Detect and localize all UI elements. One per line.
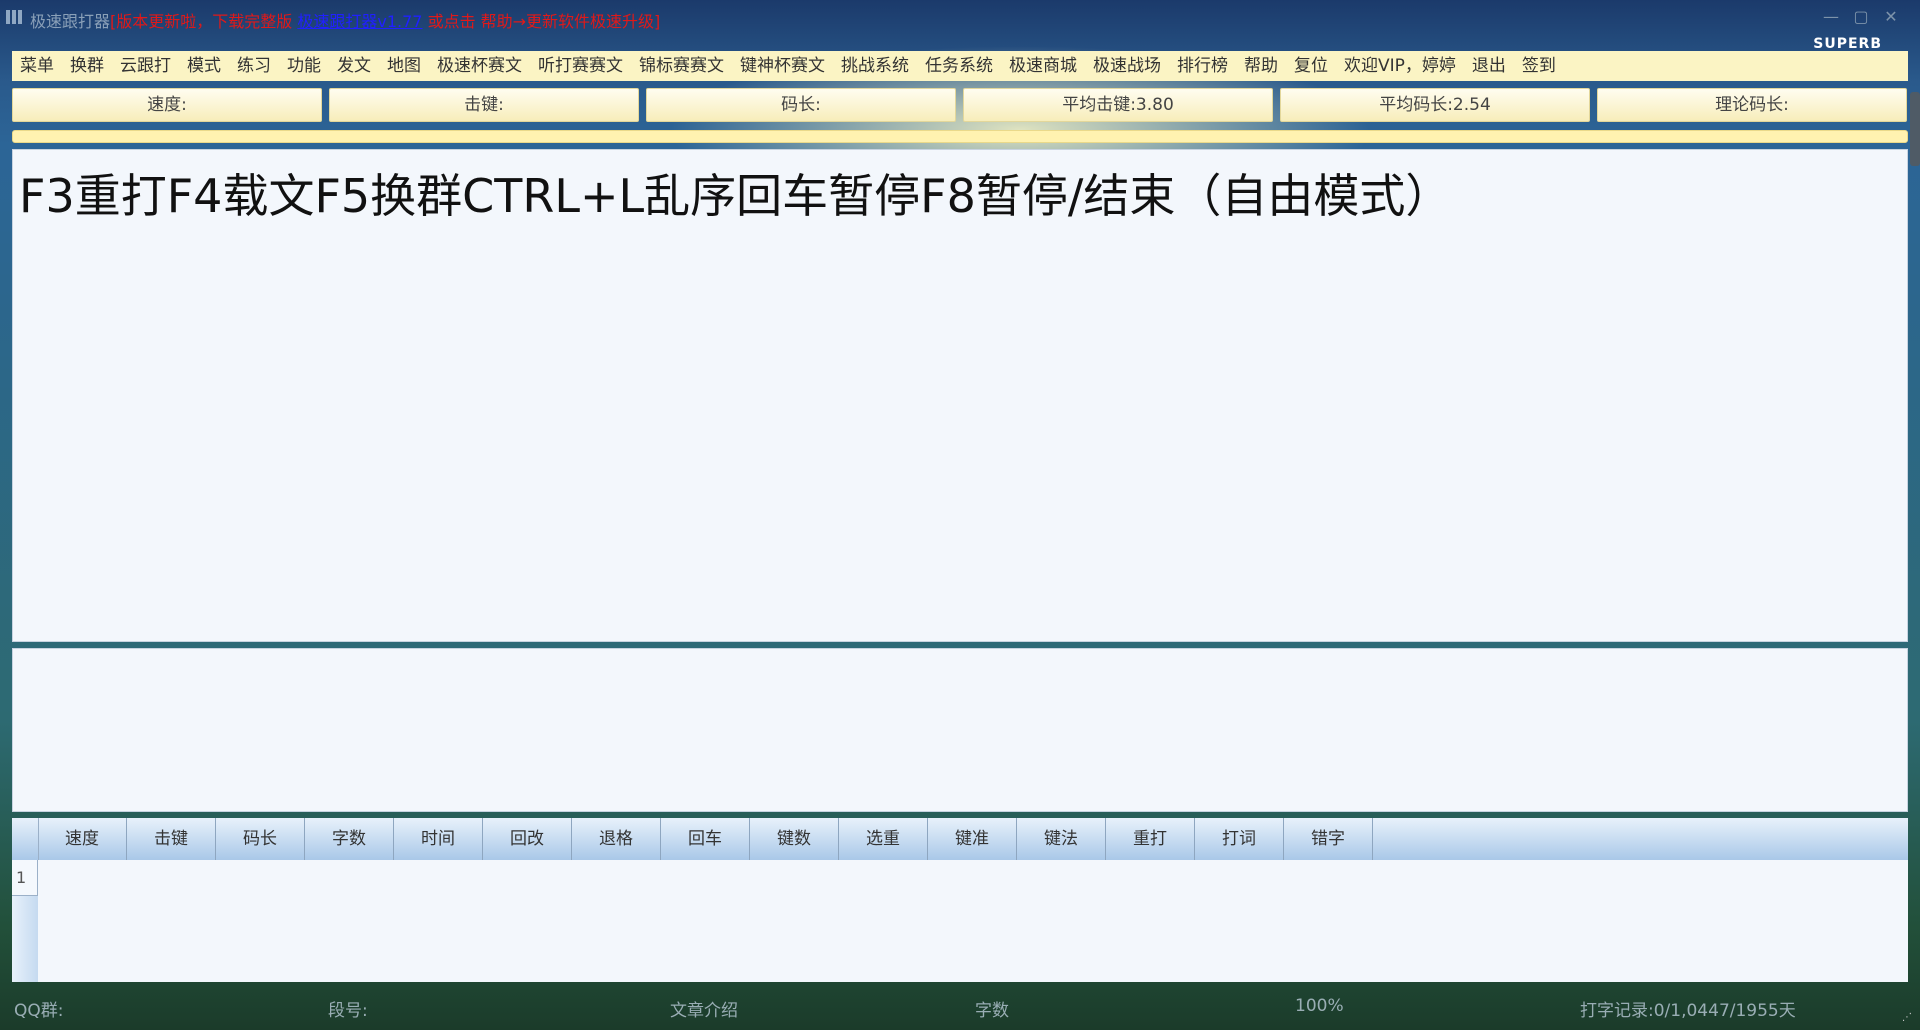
col-keystroke[interactable]: 击键 xyxy=(127,818,216,860)
close-button[interactable]: ✕ xyxy=(1880,6,1902,28)
title-bar: 极速跟打器[版本更新啦，下载完整版 极速跟打器v1.77 或点击 帮助→更新软件… xyxy=(0,0,1920,36)
stat-speed: 速度: xyxy=(12,88,322,122)
col-key-count[interactable]: 键数 xyxy=(750,818,839,860)
col-revisions[interactable]: 回改 xyxy=(483,818,572,860)
stats-bar: 速度: 击键: 码长: 平均击键:3.80 平均码长:2.54 理论码长: xyxy=(12,88,1908,122)
maximize-button[interactable]: ▢ xyxy=(1850,6,1872,28)
menu-item-practice[interactable]: 练习 xyxy=(229,51,279,81)
menu-item-speed-cup[interactable]: 极速杯赛文 xyxy=(429,51,530,81)
col-retype[interactable]: 重打 xyxy=(1106,818,1195,860)
brand-label: SUPERB xyxy=(1813,36,1882,52)
menu-item-tasks[interactable]: 任务系统 xyxy=(917,51,1001,81)
grid-corner-cell xyxy=(12,818,39,860)
menu-item-mode[interactable]: 模式 xyxy=(179,51,229,81)
grid-header: 速度 击键 码长 字数 时间 回改 退格 回车 键数 选重 键准 键法 重打 打… xyxy=(12,818,1908,860)
menu-item-reset[interactable]: 复位 xyxy=(1286,51,1336,81)
col-speed[interactable]: 速度 xyxy=(38,818,127,860)
menu-item-store[interactable]: 极速商城 xyxy=(1001,51,1085,81)
menu-item-map[interactable]: 地图 xyxy=(379,51,429,81)
window-title: 极速跟打器[版本更新啦，下载完整版 极速跟打器v1.77 或点击 帮助→更新软件… xyxy=(30,8,660,32)
text-display-area: F3重打F4载文F5换群CTRL+L乱序回车暂停F8暂停/结束（自由模式） xyxy=(12,149,1908,642)
stat-avg-code-length: 平均码长:2.54 xyxy=(1280,88,1590,122)
col-word-typing[interactable]: 打词 xyxy=(1195,818,1284,860)
col-time[interactable]: 时间 xyxy=(394,818,483,860)
status-record: 打字记录:0/1,0447/1955天 xyxy=(1580,1001,1796,1021)
typing-progress-bar xyxy=(12,130,1908,143)
status-accuracy: 100% xyxy=(1295,996,1344,1016)
menu-item-welcome-vip[interactable]: 欢迎VIP，婷婷 xyxy=(1336,51,1464,81)
status-count: 字数 xyxy=(975,1001,1009,1021)
status-bar: QQ群: 段号: 文章介绍 字数 100% 打字记录:0/1,0447/1955… xyxy=(0,986,1920,1030)
menu-item-send-text[interactable]: 发文 xyxy=(329,51,379,81)
hint-text: F3重打F4载文F5换群CTRL+L乱序回车暂停F8暂停/结束（自由模式） xyxy=(19,169,1452,223)
menu-item-championship[interactable]: 锦标赛赛文 xyxy=(631,51,732,81)
row-number[interactable]: 1 xyxy=(12,860,38,896)
update-notice-tail: 或点击 帮助→更新软件极速升级] xyxy=(427,12,661,31)
update-notice: [版本更新啦，下载完整版 xyxy=(110,12,293,31)
menu-bar: 菜单 换群 云跟打 模式 练习 功能 发文 地图 极速杯赛文 听打赛赛文 锦标赛… xyxy=(12,51,1908,81)
minimize-button[interactable]: — xyxy=(1820,6,1842,28)
col-enter[interactable]: 回车 xyxy=(661,818,750,860)
col-wrong-chars[interactable]: 错字 xyxy=(1284,818,1373,860)
menu-item-function[interactable]: 功能 xyxy=(279,51,329,81)
results-grid: 速度 击键 码长 字数 时间 回改 退格 回车 键数 选重 键准 键法 重打 打… xyxy=(12,818,1908,982)
menu-item-exit[interactable]: 退出 xyxy=(1464,51,1514,81)
menu-item-menu[interactable]: 菜单 xyxy=(12,51,62,81)
col-code-length[interactable]: 码长 xyxy=(216,818,305,860)
stat-theory-code-length: 理论码长: xyxy=(1597,88,1907,122)
stat-keystroke: 击键: xyxy=(329,88,639,122)
status-article: 文章介绍 xyxy=(670,1001,738,1021)
status-segment: 段号: xyxy=(328,1001,368,1021)
col-key-method[interactable]: 键法 xyxy=(1017,818,1106,860)
app-menu-icon[interactable] xyxy=(6,10,24,24)
menu-item-battlefield[interactable]: 极速战场 xyxy=(1085,51,1169,81)
stat-code-length: 码长: xyxy=(646,88,956,122)
menu-item-key-god-cup[interactable]: 键神杯赛文 xyxy=(732,51,833,81)
menu-item-help[interactable]: 帮助 xyxy=(1236,51,1286,81)
col-char-count[interactable]: 字数 xyxy=(305,818,394,860)
menu-item-challenge[interactable]: 挑战系统 xyxy=(833,51,917,81)
typing-input-area[interactable] xyxy=(12,648,1908,812)
menu-item-sign-in[interactable]: 签到 xyxy=(1514,51,1564,81)
menu-item-leaderboard[interactable]: 排行榜 xyxy=(1169,51,1236,81)
stat-avg-keystroke: 平均击键:3.80 xyxy=(963,88,1273,122)
menu-item-listen-match[interactable]: 听打赛赛文 xyxy=(530,51,631,81)
col-key-accuracy[interactable]: 键准 xyxy=(928,818,1017,860)
status-qq-group: QQ群: xyxy=(14,1001,64,1021)
app-name: 极速跟打器 xyxy=(30,12,111,31)
col-select-repeat[interactable]: 选重 xyxy=(839,818,928,860)
scrollbar-thumb[interactable] xyxy=(1910,92,1920,166)
resize-grip-icon[interactable]: ⋰ xyxy=(1902,1012,1912,1023)
col-backspace[interactable]: 退格 xyxy=(572,818,661,860)
menu-item-cloud-follow[interactable]: 云跟打 xyxy=(112,51,179,81)
menu-item-switch-group[interactable]: 换群 xyxy=(62,51,112,81)
update-link[interactable]: 极速跟打器v1.77 xyxy=(297,12,422,31)
